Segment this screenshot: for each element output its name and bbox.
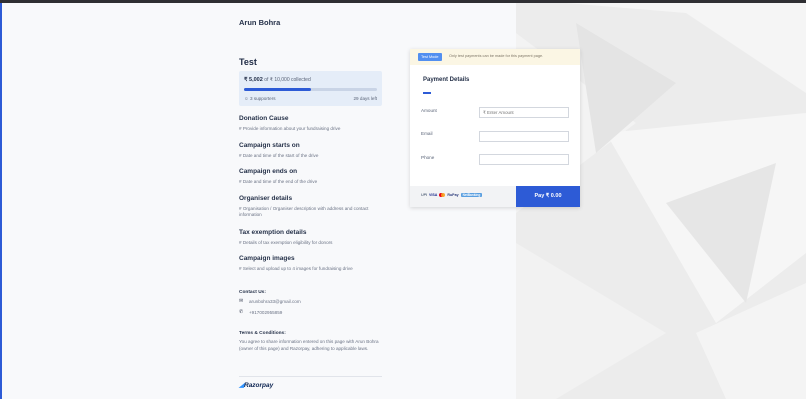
section-title: Campaign starts on [239,142,300,149]
test-mode-strip: Test Mode Only test payments can be made… [410,49,580,65]
section-title: Donation Cause [239,115,289,122]
section-title: Tax exemption details [239,229,307,236]
title-underline [423,92,431,94]
section-desc: # Select and upload up to 4 images for f… [239,266,353,271]
phone-icon: ✆ [239,309,244,315]
terms-text: You agree to share information entered o… [239,339,379,351]
razorpay-logo: ◢Razorpay [239,382,274,389]
pay-button[interactable]: Pay ₹ 0.00 [516,186,580,207]
email-input[interactable] [479,131,569,142]
section-campaign-images: Campaign images # Select and upload up t… [239,255,384,272]
section-campaign-ends: Campaign ends on # Date and time of the … [239,168,384,185]
section-desc: # Details of tax exemption eligibility f… [239,240,333,245]
amount-collected: ₹ 5,002 of ₹ 10,000 collected [244,77,311,83]
rupay-logo: RuPay [447,193,459,197]
merchant-name: Arun Bohra [239,18,281,27]
contact-phone[interactable]: +917002955859 [249,310,282,315]
section-title: Campaign ends on [239,168,298,175]
progress-bar-fill [244,88,311,91]
section-donation-cause: Donation Cause # Provide information abo… [239,115,384,132]
upi-logo: UPI [421,193,427,197]
netbanking-logo: NetBanking [460,193,483,197]
contact-email[interactable]: arunbohra33@gmail.com [249,299,301,304]
section-desc: # Organisation / Organiser description w… [239,206,369,217]
mastercard-icon [439,193,446,197]
progress-card: ₹ 5,002 of ₹ 10,000 collected ☺ 3 suppor… [239,71,382,106]
supporters-count: ☺ 3 supporters [244,96,276,101]
payment-footer: UPI VISA RuPay NetBanking Pay ₹ 0.00 [410,186,580,207]
section-organiser-details: Organiser details # Organisation / Organ… [239,195,384,218]
phone-label: Phone [421,155,435,160]
progress-bar [244,88,377,91]
contact-email-row: ✉ arunbohra33@gmail.com [239,298,301,304]
visa-logo: VISA [429,193,438,197]
contact-heading: Contact Us: [239,290,266,295]
phone-input[interactable] [479,154,569,165]
section-desc: # Date and time of the start of the driv… [239,153,319,158]
mail-icon: ✉ [239,298,244,304]
window-left-edge [0,3,2,399]
section-title: Campaign images [239,255,295,262]
goal-text: of ₹ 10,000 collected [264,77,311,83]
section-campaign-starts: Campaign starts on # Date and time of th… [239,142,384,159]
collected-value: ₹ 5,002 [244,77,263,83]
users-icon: ☺ [244,96,249,101]
contact-phone-row: ✆ +917002955859 [239,309,282,315]
divider [239,376,382,377]
test-mode-note: Only test payments can be made for this … [449,54,544,58]
section-desc: # Provide information about your fundrai… [239,126,341,131]
payment-card: Test Mode Only test payments can be made… [410,49,580,207]
amount-input[interactable] [479,107,569,118]
section-tax-exemption: Tax exemption details # Details of tax e… [239,229,384,246]
payment-details-title: Payment Details [423,77,470,83]
terms-heading: Terms & Conditions: [239,331,286,336]
days-left: 29 days left [353,96,378,101]
page-title: Test [239,57,257,67]
section-title: Organiser details [239,195,293,202]
email-label: Email [421,131,433,136]
test-mode-badge: Test Mode [418,52,442,61]
amount-label: Amount [421,108,437,113]
section-desc: # Date and time of the end of the drive [239,179,318,184]
payment-method-logos: UPI VISA RuPay NetBanking [421,193,483,197]
